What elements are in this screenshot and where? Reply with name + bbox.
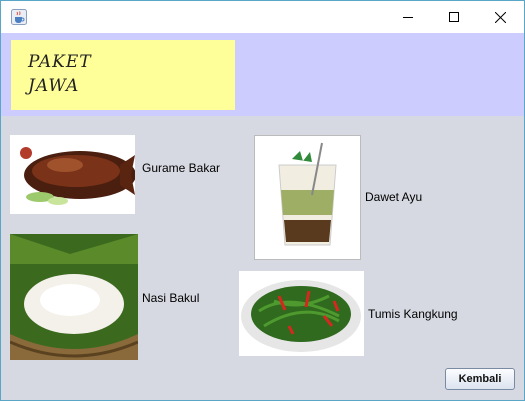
tumis-kangkung-image bbox=[239, 271, 364, 356]
close-icon bbox=[494, 11, 506, 23]
menu-title-banner: PAKET JAWA bbox=[11, 40, 235, 110]
nasi-bakul-image bbox=[10, 234, 138, 360]
header-panel: PAKET JAWA bbox=[1, 33, 524, 116]
menu-item-label: Gurame Bakar bbox=[142, 161, 221, 175]
app-window: PAKET JAWA Gurame Bakar Dawet Ayu Nasi B… bbox=[0, 0, 525, 401]
minimize-button[interactable] bbox=[385, 1, 431, 33]
java-coffee-cup-icon bbox=[11, 9, 27, 25]
maximize-icon bbox=[449, 12, 459, 22]
menu-item-label: Dawet Ayu bbox=[365, 190, 423, 204]
menu-item-label: Tumis Kangkung bbox=[368, 307, 458, 321]
menu-item-label: Nasi Bakul bbox=[142, 291, 200, 305]
maximize-button[interactable] bbox=[431, 1, 477, 33]
minimize-icon bbox=[403, 17, 413, 18]
banner-line-1: PAKET bbox=[28, 52, 92, 72]
gurame-bakar-image bbox=[10, 135, 135, 214]
back-button[interactable]: Kembali bbox=[445, 368, 515, 390]
banner-line-2: JAWA bbox=[28, 76, 80, 96]
dawet-ayu-image bbox=[254, 135, 361, 260]
title-bar[interactable] bbox=[1, 1, 524, 33]
content-panel: PAKET JAWA Gurame Bakar Dawet Ayu Nasi B… bbox=[1, 33, 524, 400]
close-button[interactable] bbox=[477, 1, 523, 33]
